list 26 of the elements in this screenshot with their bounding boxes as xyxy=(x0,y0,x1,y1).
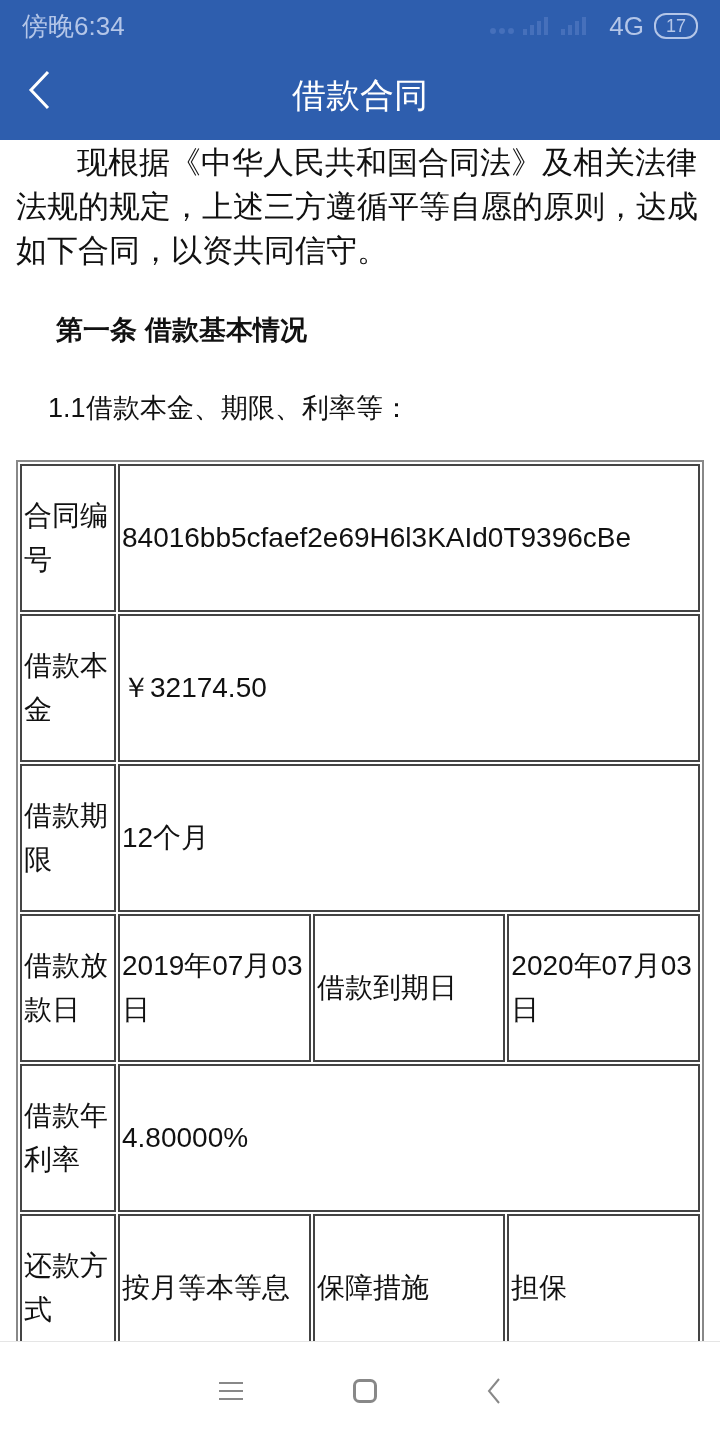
table-label-cell: 借款期限 xyxy=(20,764,116,912)
square-icon xyxy=(353,1379,377,1403)
table-cell: 84016bb5cfaef2e69H6l3KAId0T9396cBe xyxy=(118,464,700,612)
table-label-cell: 合同编号 xyxy=(20,464,116,612)
menu-icon xyxy=(219,1381,243,1401)
battery-level: 17 xyxy=(653,13,698,39)
subsection-title: 1.1借款本金、期限、利率等： xyxy=(48,392,411,425)
table-label-cell: 借款到期日 xyxy=(312,914,506,1062)
back-icon xyxy=(487,1378,501,1404)
table-label-cell: 借款本金 xyxy=(20,614,116,762)
network-type: 4G xyxy=(609,10,644,42)
status-time: 傍晚6:34 xyxy=(22,9,125,43)
page-title: 借款合同 xyxy=(292,75,428,116)
table-cell: 2019年07月03日 xyxy=(118,914,311,1062)
section-title: 第一条 借款基本情况 xyxy=(56,314,308,347)
table-cell: 12个月 xyxy=(118,764,700,912)
table-cell: 4.80000% xyxy=(118,1064,700,1212)
intro-paragraph: 现根据《中华人民共和国合同法》及相关法律法规的规定，上述三方遵循平等自愿的原则，达成如下合同，以资共同信守。 xyxy=(16,144,699,269)
home-button[interactable] xyxy=(353,1379,377,1403)
table-label-cell: 借款放款日 xyxy=(20,914,116,1062)
table-cell: 2020年07月03日 xyxy=(507,914,700,1062)
back-nav-button[interactable] xyxy=(487,1378,501,1404)
menu-button[interactable] xyxy=(219,1381,243,1401)
table-label-cell: 借款年利率 xyxy=(20,1064,116,1212)
table-cell: ￥32174.50 xyxy=(118,614,700,762)
back-icon xyxy=(28,70,50,110)
